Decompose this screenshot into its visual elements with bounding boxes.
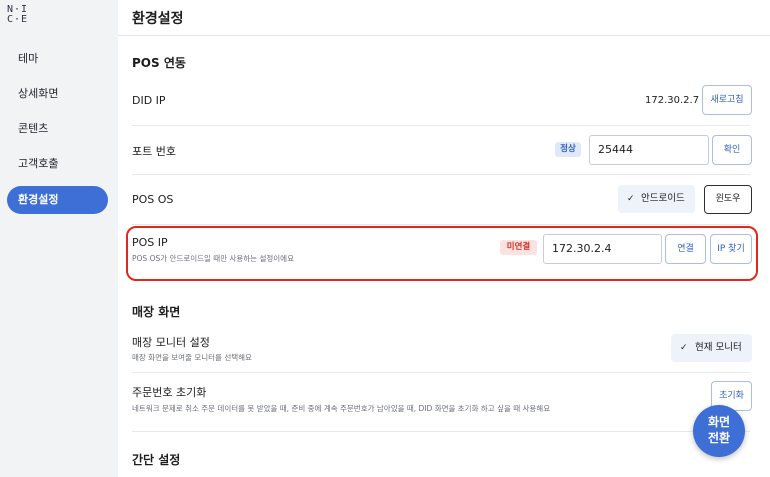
- main-content: 환경설정 POS 연동 DID IP 172.30.2.7 새로고침 포트 번호…: [118, 0, 770, 477]
- screen-switch-line1: 화면: [707, 415, 731, 429]
- os-option-windows[interactable]: 윈도우: [704, 185, 752, 214]
- sidebar-item-contents[interactable]: 콘텐츠: [7, 115, 108, 143]
- screen-switch-button[interactable]: 화면 전환: [693, 405, 745, 457]
- sidebar-item-settings[interactable]: 환경설정: [7, 186, 108, 214]
- order-reset-description: 네트워크 문제로 취소 주문 데이터를 못 받았을 때, 준비 중에 계속 주문…: [132, 404, 551, 413]
- order-reset-label: 주문번호 초기화: [132, 386, 207, 399]
- divider: [132, 174, 750, 175]
- did-ip-value: 172.30.2.7: [645, 95, 700, 106]
- divider: [132, 372, 750, 373]
- sidebar: N·I C·E 테마 상세화면 콘텐츠 고객호출 환경설정: [0, 0, 118, 477]
- check-icon: ✓: [627, 194, 635, 204]
- port-status-badge: 정상: [555, 142, 581, 157]
- page-header: 환경설정: [118, 0, 770, 36]
- nice-logo: N·I C·E: [7, 5, 27, 25]
- port-input[interactable]: 25444: [589, 135, 709, 165]
- divider: [132, 431, 750, 432]
- port-label: 포트 번호: [132, 145, 176, 158]
- check-icon: ✓: [680, 343, 688, 353]
- screen-switch-line2: 전환: [707, 431, 731, 445]
- logo-bottom: C·E: [7, 14, 29, 25]
- monitor-label: 매장 모니터 설정: [132, 336, 210, 349]
- pos-os-label: POS OS: [132, 193, 174, 206]
- page-title: 환경설정: [132, 11, 184, 27]
- pos-section-title: POS 연동: [132, 56, 186, 70]
- refresh-button[interactable]: 새로고침: [702, 85, 752, 115]
- monitor-description: 매장 화면을 보여줄 모니터를 선택해요: [132, 353, 252, 362]
- os-option-android-label: 안드로이드: [641, 193, 685, 204]
- simple-section-title: 간단 설정: [132, 453, 181, 467]
- pos-ip-highlight-frame: [126, 226, 758, 281]
- sidebar-item-customer-call[interactable]: 고객호출: [7, 150, 108, 178]
- store-section-title: 매장 화면: [132, 305, 181, 319]
- divider: [132, 125, 750, 126]
- current-monitor-label: 현재 모니터: [695, 342, 742, 353]
- divider: [132, 224, 750, 225]
- did-ip-label: DID IP: [132, 94, 166, 107]
- current-monitor-option[interactable]: ✓ 현재 모니터: [671, 334, 752, 362]
- os-option-android[interactable]: ✓ 안드로이드: [618, 185, 695, 213]
- sidebar-item-detail-screen[interactable]: 상세화면: [7, 80, 108, 108]
- port-confirm-button[interactable]: 확인: [712, 135, 752, 165]
- sidebar-item-theme[interactable]: 테마: [7, 45, 108, 73]
